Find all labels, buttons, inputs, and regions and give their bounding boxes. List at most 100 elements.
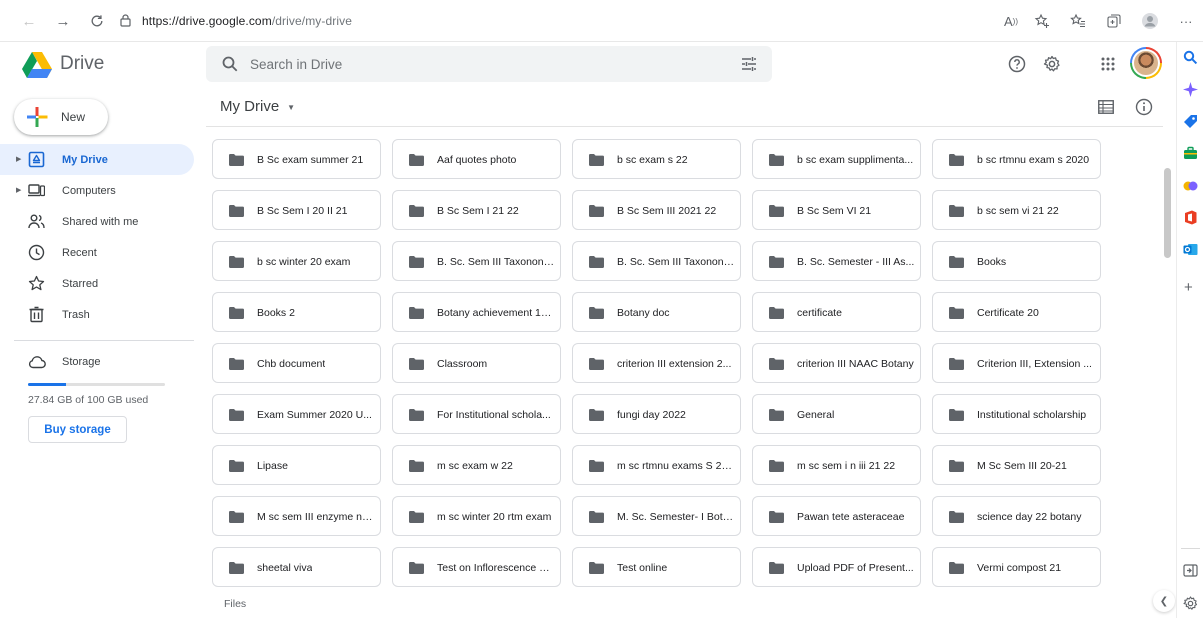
folder-item[interactable]: Chb document [212,343,381,383]
folder-item[interactable]: General [752,394,921,434]
sidebar-item-recent[interactable]: Recent [0,237,194,268]
new-button[interactable]: New [14,99,108,135]
folder-item[interactable]: B. Sc. Sem III Taxonony... [392,241,561,281]
settings-icon[interactable] [1040,52,1064,76]
tools-icon[interactable] [1183,146,1198,161]
folder-item[interactable]: B. Sc. Semester - III As... [752,241,921,281]
folder-item[interactable]: Aaf quotes photo [392,139,561,179]
folder-item[interactable]: Vermi compost 21 [932,547,1101,587]
folder-item[interactable]: Upload PDF of Present... [752,547,921,587]
folder-name: Vermi compost 21 [977,562,1062,574]
folder-item[interactable]: Exam Summer 2020 U... [212,394,381,434]
folder-item[interactable]: Test on Inflorescence C... [392,547,561,587]
shopping-icon[interactable] [1183,114,1198,129]
drive-logo-icon[interactable] [22,52,52,78]
folder-item[interactable]: Books [932,241,1101,281]
brand-name[interactable]: Drive [60,53,104,75]
sidebar-item-computers[interactable]: ▶ Computers [0,175,194,206]
sidebar-nav: ▶ My Drive ▶ Computers Shared with me Re… [0,144,194,330]
folder-item[interactable]: B. Sc. Sem III Taxonony... [572,241,741,281]
sidebar-item-starred[interactable]: Starred [0,268,194,299]
folder-item[interactable]: B Sc Sem I 21 22 [392,190,561,230]
edge-search-icon[interactable] [1183,50,1198,65]
page-title[interactable]: My Drive ▼ [220,98,295,115]
folder-item[interactable]: criterion III NAAC Botany [752,343,921,383]
scrollbar-thumb[interactable] [1164,168,1171,258]
folder-item[interactable]: m sc winter 20 rtm exam [392,496,561,536]
info-icon[interactable] [1135,98,1153,116]
folder-item[interactable]: Certificate 20 [932,292,1101,332]
sidebar-item-trash[interactable]: Trash [0,299,194,330]
folder-item[interactable]: Institutional scholarship [932,394,1101,434]
address-bar[interactable]: https://drive.google.com/drive/my-drive [142,14,352,28]
folder-item[interactable]: M. Sc. Semester- I Bota... [572,496,741,536]
outlook-icon[interactable] [1183,242,1198,257]
folder-item[interactable]: Botany achievement 19... [392,292,561,332]
folder-item[interactable]: Botany doc [572,292,741,332]
folder-name: sheetal viva [257,562,313,574]
search-input[interactable] [250,52,720,76]
profile-icon[interactable] [1140,11,1160,31]
office-icon[interactable] [1183,210,1198,225]
folder-icon [229,511,244,523]
folder-name: Aaf quotes photo [437,154,517,166]
folder-item[interactable]: Pawan tete asteraceae [752,496,921,536]
expand-arrow-icon[interactable]: ▶ [16,186,21,194]
folder-item[interactable]: fungi day 2022 [572,394,741,434]
folder-item[interactable]: Test online [572,547,741,587]
folder-name: B Sc Sem III 2021 22 [617,205,717,217]
sidebar-settings-icon[interactable] [1183,596,1198,611]
folder-item[interactable]: B Sc Sem VI 21 [752,190,921,230]
folder-item[interactable]: M sc sem III enzyme no... [212,496,381,536]
folder-item[interactable]: b sc sem vi 21 22 [932,190,1101,230]
folder-icon [589,358,604,370]
folder-item[interactable]: m sc exam w 22 [392,445,561,485]
folder-item[interactable]: science day 22 botany [932,496,1101,536]
search-bar[interactable] [206,46,772,82]
account-avatar[interactable] [1130,47,1162,79]
folder-item[interactable]: m sc rtmnu exams S 20... [572,445,741,485]
folder-item[interactable]: Books 2 [212,292,381,332]
folder-item[interactable]: b sc winter 20 exam [212,241,381,281]
sidebar-item-storage[interactable]: Storage [0,350,194,374]
add-favorite-icon[interactable] [1032,11,1052,31]
folder-item[interactable]: sheetal viva [212,547,381,587]
back-icon[interactable]: ← [18,10,40,32]
folder-item[interactable]: Lipase [212,445,381,485]
folder-item[interactable]: m sc sem i n iii 21 22 [752,445,921,485]
folder-item[interactable]: B Sc Sem III 2021 22 [572,190,741,230]
folder-item[interactable]: B Sc exam summer 21 [212,139,381,179]
folder-item[interactable]: M Sc Sem III 20-21 [932,445,1101,485]
hide-sidebar-icon[interactable] [1183,563,1198,578]
more-icon[interactable]: ··· [1176,11,1196,31]
expand-arrow-icon[interactable]: ▶ [16,155,21,163]
folder-item[interactable]: B Sc Sem I 20 II 21 [212,190,381,230]
read-aloud-icon[interactable]: A)) [1001,11,1021,31]
collections-icon[interactable] [1104,11,1124,31]
favorites-icon[interactable] [1068,11,1088,31]
reload-icon[interactable] [86,10,108,32]
folder-item[interactable]: certificate [752,292,921,332]
collapse-side-panel-icon[interactable]: ❮ [1153,590,1175,612]
buy-storage-button[interactable]: Buy storage [28,416,127,443]
search-icon[interactable] [221,55,239,73]
sidebar-item-shared-with-me[interactable]: Shared with me [0,206,194,237]
folder-item[interactable]: Classroom [392,343,561,383]
folder-item[interactable]: b sc exam s 22 [572,139,741,179]
folder-item[interactable]: b sc rtmnu exam s 2020 [932,139,1101,179]
folder-icon [949,409,964,421]
list-view-icon[interactable] [1098,100,1114,114]
search-options-icon[interactable] [740,55,758,73]
folder-item[interactable]: b sc exam supplimenta... [752,139,921,179]
folder-item[interactable]: criterion III extension 2... [572,343,741,383]
forward-icon[interactable]: → [52,10,74,32]
games-icon[interactable] [1183,178,1198,193]
folder-item[interactable]: For Institutional schola... [392,394,561,434]
folder-name: m sc winter 20 rtm exam [437,511,552,523]
sidebar-item-my-drive[interactable]: ▶ My Drive [0,144,194,175]
apps-grid-icon[interactable] [1096,52,1120,76]
add-sidebar-app-icon[interactable]: + [1184,279,1193,296]
help-icon[interactable] [1005,52,1029,76]
folder-item[interactable]: Criterion III, Extension ... [932,343,1101,383]
copilot-icon[interactable] [1183,82,1198,97]
